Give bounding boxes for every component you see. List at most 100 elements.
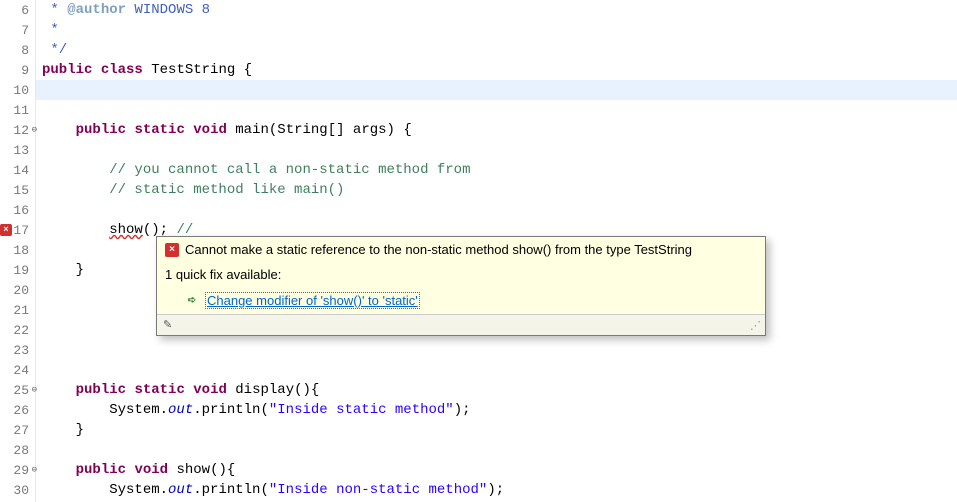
- gutter-row[interactable]: 11: [0, 100, 35, 120]
- code-line[interactable]: * @author WINDOWS 8: [36, 0, 957, 20]
- code-line[interactable]: [36, 440, 957, 460]
- brace: }: [76, 422, 84, 438]
- gutter-row[interactable]: 25⊖: [0, 380, 35, 400]
- string: "Inside non-static method": [269, 482, 487, 498]
- code-line[interactable]: [36, 340, 957, 360]
- line-number: 29: [13, 463, 29, 478]
- tooltip-quickfix-row[interactable]: ➪ Change modifier of 'show()' to 'static…: [157, 287, 765, 314]
- line-number: 21: [13, 303, 29, 318]
- code-line[interactable]: [36, 100, 957, 120]
- gutter-row[interactable]: 14: [0, 160, 35, 180]
- code-line[interactable]: public static void display(){: [36, 380, 957, 400]
- keyword: class: [101, 62, 143, 78]
- error-call[interactable]: show: [109, 222, 143, 238]
- keyword: public: [42, 62, 92, 78]
- gutter-row[interactable]: 27: [0, 420, 35, 440]
- tooltip-quickfix-header: 1 quick fix available:: [157, 262, 765, 287]
- code-line[interactable]: public static void main(String[] args) {: [36, 120, 957, 140]
- quickfix-link[interactable]: Change modifier of 'show()' to 'static': [205, 292, 420, 309]
- line-number: 14: [13, 163, 29, 178]
- gutter-row[interactable]: 23: [0, 340, 35, 360]
- field: out: [168, 402, 193, 418]
- line-number: 19: [13, 263, 29, 278]
- annotation-icon[interactable]: ✎: [163, 318, 177, 332]
- code-line[interactable]: public void show(){: [36, 460, 957, 480]
- brace: }: [76, 262, 84, 278]
- line-number: 16: [13, 203, 29, 218]
- method-name: show: [176, 462, 210, 478]
- gutter-row[interactable]: 13: [0, 140, 35, 160]
- gutter-row[interactable]: ×17: [0, 220, 35, 240]
- gutter-row[interactable]: 9: [0, 60, 35, 80]
- gutter-row[interactable]: 10: [0, 80, 35, 100]
- line-number-gutter: 6789101112⊖13141516×171819202122232425⊖2…: [0, 0, 36, 502]
- type: String[]: [277, 122, 353, 138]
- keyword: void: [193, 122, 227, 138]
- keyword: static: [134, 122, 184, 138]
- code-area[interactable]: * @author WINDOWS 8 * */ public class Te…: [36, 0, 957, 502]
- comment: // static method like main(): [109, 182, 344, 198]
- gutter-row[interactable]: 7: [0, 20, 35, 40]
- code-line[interactable]: System.out.println("Inside static method…: [36, 400, 957, 420]
- line-number: 23: [13, 343, 29, 358]
- gutter-row[interactable]: 20: [0, 280, 35, 300]
- tooltip-footer: ✎ ⋰: [157, 314, 765, 335]
- line-number: 7: [21, 23, 29, 38]
- gutter-row[interactable]: 12⊖: [0, 120, 35, 140]
- code-line[interactable]: [36, 140, 957, 160]
- code-line[interactable]: }: [36, 420, 957, 440]
- brace: {: [235, 62, 252, 78]
- line-number: 28: [13, 443, 29, 458]
- resize-grip-icon[interactable]: ⋰: [750, 319, 759, 332]
- param: args: [353, 122, 387, 138]
- code-line[interactable]: public class TestString {: [36, 60, 957, 80]
- gutter-row[interactable]: 21: [0, 300, 35, 320]
- line-number: 6: [21, 3, 29, 18]
- gutter-row[interactable]: 26: [0, 400, 35, 420]
- line-number: 25: [13, 383, 29, 398]
- javadoc-tag: @author: [67, 2, 126, 18]
- line-number: 11: [13, 103, 29, 118]
- gutter-row[interactable]: 28: [0, 440, 35, 460]
- code-line[interactable]: // you cannot call a non-static method f…: [36, 160, 957, 180]
- field: out: [168, 482, 193, 498]
- code-editor[interactable]: 6789101112⊖13141516×171819202122232425⊖2…: [0, 0, 957, 502]
- keyword: void: [193, 382, 227, 398]
- method-name: main: [235, 122, 269, 138]
- code-line[interactable]: // static method like main(): [36, 180, 957, 200]
- line-number: 22: [13, 323, 29, 338]
- gutter-row[interactable]: 29⊖: [0, 460, 35, 480]
- code-line[interactable]: System.out.println("Inside non-static me…: [36, 480, 957, 500]
- javadoc-text: *: [42, 2, 67, 18]
- gutter-row[interactable]: 22: [0, 320, 35, 340]
- error-tooltip[interactable]: × Cannot make a static reference to the …: [156, 236, 766, 336]
- javadoc-text: *: [42, 22, 59, 38]
- gutter-row[interactable]: 24: [0, 360, 35, 380]
- code-line[interactable]: *: [36, 20, 957, 40]
- code-line[interactable]: */: [36, 40, 957, 60]
- line-number: 9: [21, 63, 29, 78]
- line-number: 26: [13, 403, 29, 418]
- code-line[interactable]: [36, 360, 957, 380]
- code-line[interactable]: [36, 200, 957, 220]
- gutter-row[interactable]: 16: [0, 200, 35, 220]
- keyword: void: [134, 462, 168, 478]
- keyword: public: [76, 382, 126, 398]
- keyword: public: [76, 122, 126, 138]
- line-number: 27: [13, 423, 29, 438]
- gutter-row[interactable]: 19: [0, 260, 35, 280]
- gutter-row[interactable]: 6: [0, 0, 35, 20]
- gutter-row[interactable]: 30: [0, 480, 35, 500]
- error-marker-icon[interactable]: ×: [0, 224, 12, 236]
- gutter-row[interactable]: 18: [0, 240, 35, 260]
- quickfix-icon: ➪: [185, 294, 199, 308]
- comment: // you cannot call a non-static method f…: [109, 162, 470, 178]
- code-line-current[interactable]: [36, 80, 957, 100]
- javadoc-text: WINDOWS 8: [126, 2, 210, 18]
- tooltip-error-message: Cannot make a static reference to the no…: [185, 242, 692, 257]
- tooltip-error-row: × Cannot make a static reference to the …: [157, 237, 765, 262]
- line-number: 10: [13, 83, 29, 98]
- method-name: display: [235, 382, 294, 398]
- gutter-row[interactable]: 15: [0, 180, 35, 200]
- gutter-row[interactable]: 8: [0, 40, 35, 60]
